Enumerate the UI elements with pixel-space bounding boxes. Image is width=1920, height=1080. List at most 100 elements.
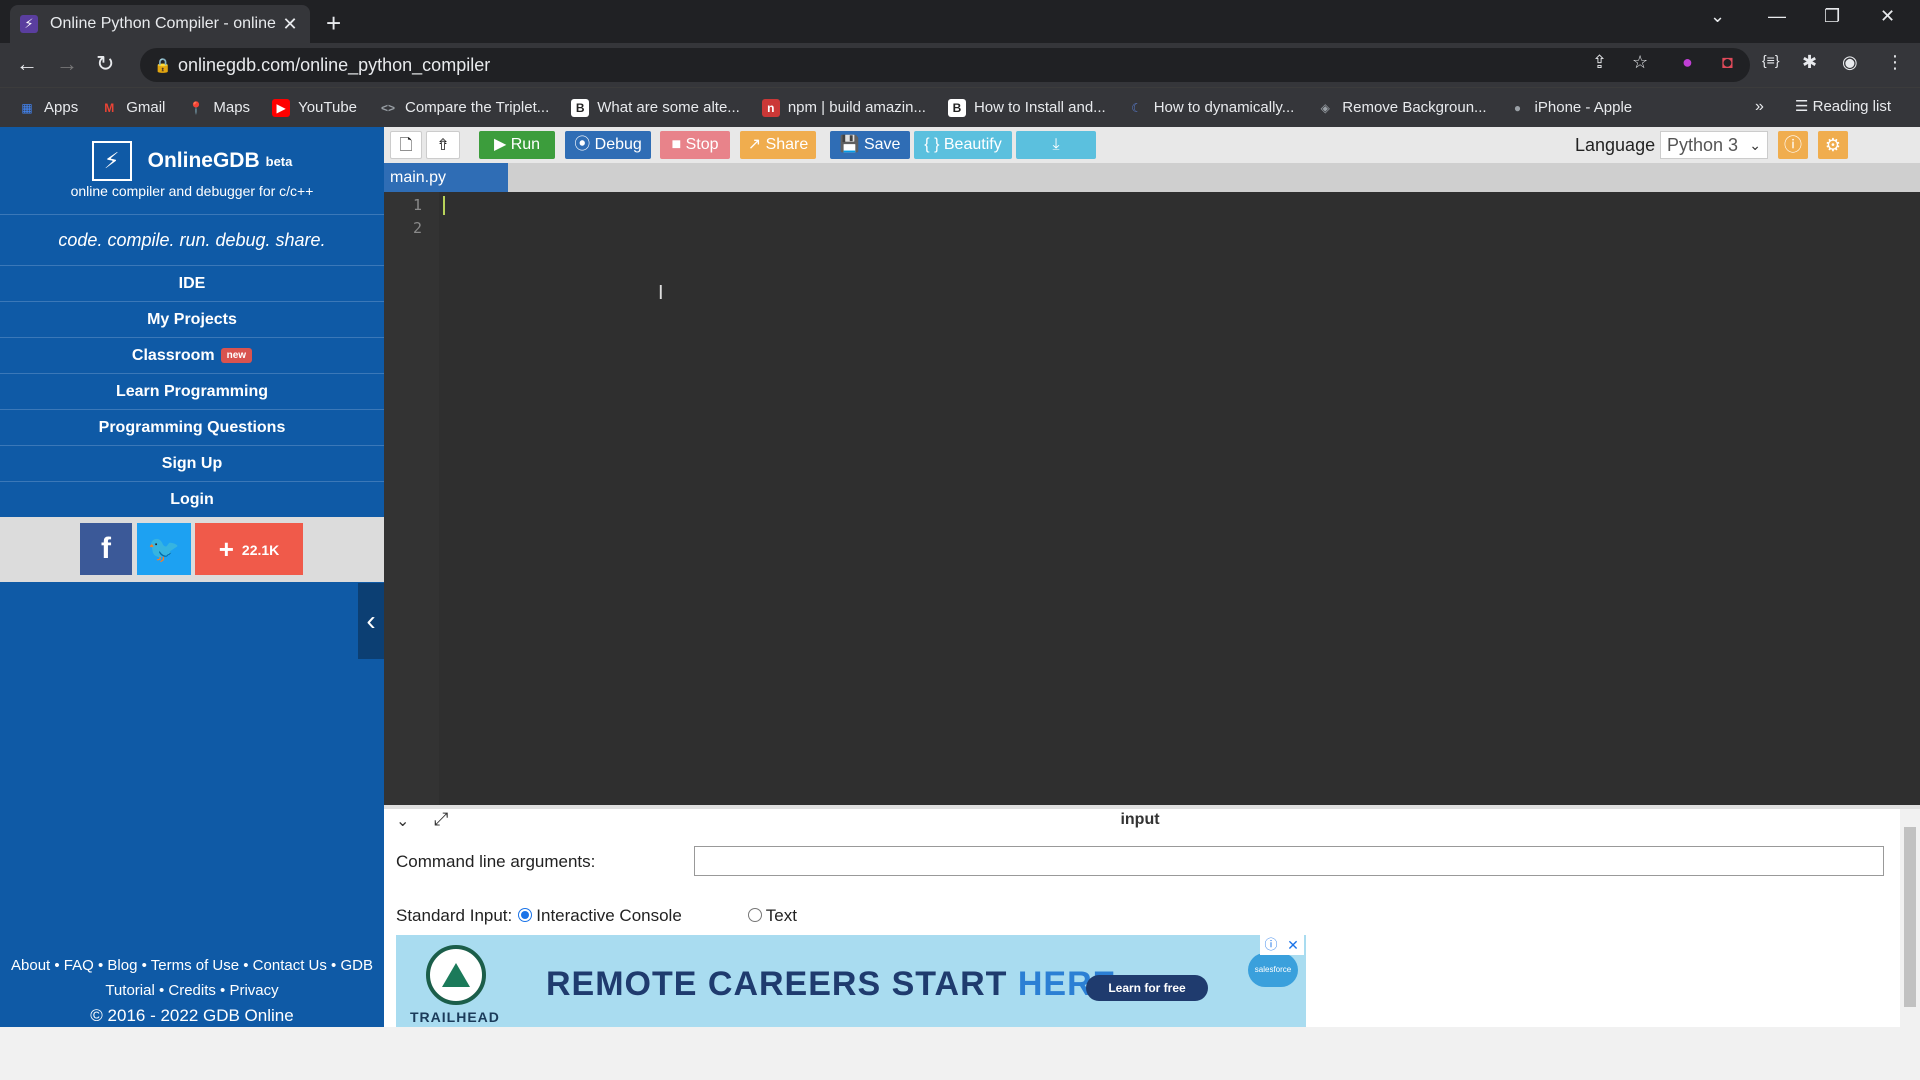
text-radio[interactable] <box>747 908 762 922</box>
sidebar: ⚡ OnlineGDB beta online compiler and deb… <box>0 127 384 1027</box>
browser-menu-icon[interactable]: ⋮ <box>1886 52 1904 73</box>
text-label[interactable]: Text <box>766 906 797 926</box>
forward-icon[interactable]: → <box>56 51 78 77</box>
bookmark-remove-background[interactable]: ◈ Remove Backgroun... <box>1316 99 1487 117</box>
address-bar[interactable]: 🔒 onlinegdb.com/online_python_compiler <box>140 48 1750 82</box>
tab-search-icon[interactable]: ⌄ <box>1710 6 1725 27</box>
bookmarks-overflow-icon[interactable]: » <box>1755 98 1764 116</box>
code-editor[interactable]: 1 2 I <box>384 192 1920 805</box>
bookmarks-bar: ▦ Apps M Gmail 📍 Maps ▶ YouTube <> Compare th… <box>0 87 1920 127</box>
bookmark-maps[interactable]: 📍 Maps <box>187 99 250 117</box>
nav-sign-up[interactable]: Sign Up <box>0 446 384 482</box>
upload-button[interactable]: ⇮ <box>426 131 460 159</box>
run-button[interactable]: ▶ Run <box>479 131 555 159</box>
debug-button[interactable]: ⦿ Debug <box>565 131 651 159</box>
save-button[interactable]: 💾 Save <box>830 131 910 159</box>
extension-purple-icon[interactable]: ● <box>1682 52 1693 73</box>
footer-links-line2[interactable]: Tutorial • Credits • Privacy <box>0 978 384 1003</box>
apps-grid-icon: ▦ <box>21 100 33 115</box>
nav-programming-questions[interactable]: Programming Questions <box>0 410 384 446</box>
share-button[interactable]: ↗ Share <box>740 131 816 159</box>
youtube-icon: ▶ <box>272 98 291 117</box>
settings-button[interactable]: ⚙ <box>1818 131 1848 159</box>
sidebar-footer: About • FAQ • Blog • Terms of Use • Cont… <box>0 953 384 1028</box>
stop-button[interactable]: ■ Stop <box>660 131 730 159</box>
bookmark-star-icon[interactable]: ☆ <box>1632 52 1648 73</box>
tab-title: Online Python Compiler - online <box>50 15 276 32</box>
file-tabs: main.py <box>384 163 1920 192</box>
interactive-console-radio[interactable] <box>518 908 533 922</box>
facebook-button[interactable]: f <box>80 523 132 575</box>
interactive-console-label[interactable]: Interactive Console <box>536 906 682 926</box>
new-tab-icon[interactable]: + <box>326 8 341 39</box>
ad-banner[interactable]: TRAILHEAD REMOTE CAREERS START HERE. Lea… <box>396 935 1306 1030</box>
ad-headline: REMOTE CAREERS START HERE. <box>546 965 1127 1003</box>
scrollbar-thumb[interactable] <box>1904 827 1916 1007</box>
download-button[interactable]: ⤓ <box>1016 131 1096 159</box>
footer-links-line1[interactable]: About • FAQ • Blog • Terms of Use • Cont… <box>0 953 384 978</box>
window-close-icon[interactable]: ✕ <box>1880 6 1895 27</box>
maps-pin-icon: 📍 <box>188 100 204 115</box>
beautify-button[interactable]: { } Beautify <box>914 131 1012 159</box>
extension-code-icon[interactable]: {≡} <box>1762 52 1780 68</box>
line-number: 2 <box>412 219 422 237</box>
lock-icon[interactable]: 🔒 <box>154 48 171 82</box>
bookmark-npm[interactable]: n npm | build amazin... <box>761 98 926 117</box>
lightning-logo-icon: ⚡ <box>91 141 132 181</box>
collapse-sidebar-icon[interactable]: ‹ <box>358 583 384 659</box>
profile-avatar-icon[interactable]: ◉ <box>1842 52 1858 73</box>
b-icon: B <box>571 98 590 117</box>
share-count-button[interactable]: +22.1K <box>195 523 303 575</box>
nav-ide[interactable]: IDE <box>0 266 384 302</box>
reading-list-button[interactable]: ☰ Reading list <box>1795 97 1891 115</box>
ad-close-icon[interactable]: ✕ <box>1282 935 1304 955</box>
ad-info-icon[interactable]: ⓘ <box>1260 935 1282 955</box>
bookmark-apps[interactable]: ▦ Apps <box>18 99 78 117</box>
bookmark-how-to-dynamically[interactable]: ☾ How to dynamically... <box>1128 99 1294 117</box>
moon-icon: ☾ <box>1131 100 1143 115</box>
share-page-icon[interactable]: ⇪ <box>1592 52 1607 73</box>
plus-icon: + <box>218 534 234 564</box>
new-file-button[interactable]: 🗋 <box>390 131 422 159</box>
bookmark-iphone-apple[interactable]: ● iPhone - Apple <box>1509 99 1632 117</box>
extensions-puzzle-icon[interactable]: ✱ <box>1802 52 1817 73</box>
brand-subtitle: online compiler and debugger for c/c++ <box>70 183 314 199</box>
logo-area[interactable]: ⚡ OnlineGDB beta online compiler and deb… <box>0 127 384 215</box>
bookmark-how-to-install[interactable]: B How to Install and... <box>947 98 1106 117</box>
minimize-icon[interactable]: — <box>1768 6 1786 27</box>
debug-icon: ⦿ <box>574 136 591 153</box>
nav-my-projects[interactable]: My Projects <box>0 302 384 338</box>
extension-pocket-icon[interactable]: ◘ <box>1722 52 1733 73</box>
nav-learn-programming[interactable]: Learn Programming <box>0 374 384 410</box>
io-panel-title: input <box>1120 811 1160 828</box>
info-button[interactable]: ⓘ <box>1778 131 1808 159</box>
line-number: 1 <box>412 196 422 214</box>
restore-icon[interactable]: ❐ <box>1824 6 1840 27</box>
line-gutter: 1 2 <box>384 192 439 805</box>
browser-tab[interactable]: ⚡ Online Python Compiler - online ✕ <box>10 5 310 43</box>
file-tab-main-py[interactable]: main.py <box>384 163 508 192</box>
new-badge: new <box>220 348 253 363</box>
nav-classroom[interactable]: Classroom new <box>0 338 384 374</box>
nav-login[interactable]: Login <box>0 482 384 518</box>
beta-label: beta <box>265 153 293 169</box>
bookmark-youtube[interactable]: ▶ YouTube <box>272 98 357 117</box>
ad-brand: TRAILHEAD <box>410 1009 500 1025</box>
reload-icon[interactable]: ↻ <box>96 51 114 77</box>
back-icon[interactable]: ← <box>16 51 38 77</box>
language-select[interactable]: Python 3 ⌄ <box>1660 131 1768 159</box>
tab-close-icon[interactable]: ✕ <box>280 14 300 35</box>
download-icon: ⤓ <box>1052 136 1060 153</box>
ad-cta-button[interactable]: Learn for free <box>1086 975 1208 1001</box>
npm-icon: n <box>761 98 780 117</box>
bookmark-gmail[interactable]: M Gmail <box>100 99 165 117</box>
url-text: onlinegdb.com/online_python_compiler <box>178 55 491 75</box>
twitter-button[interactable]: 🐦 <box>137 523 191 575</box>
cla-input[interactable] <box>694 846 1884 876</box>
language-label: Language <box>1575 135 1656 155</box>
bookmark-what-are-some[interactable]: B What are some alte... <box>571 98 740 117</box>
bookmark-compare-triplets[interactable]: <> Compare the Triplet... <box>379 99 549 117</box>
new-file-icon: 🗋 <box>399 137 413 154</box>
io-scrollbar[interactable] <box>1900 809 1920 1027</box>
cla-label: Command line arguments: <box>396 852 596 871</box>
